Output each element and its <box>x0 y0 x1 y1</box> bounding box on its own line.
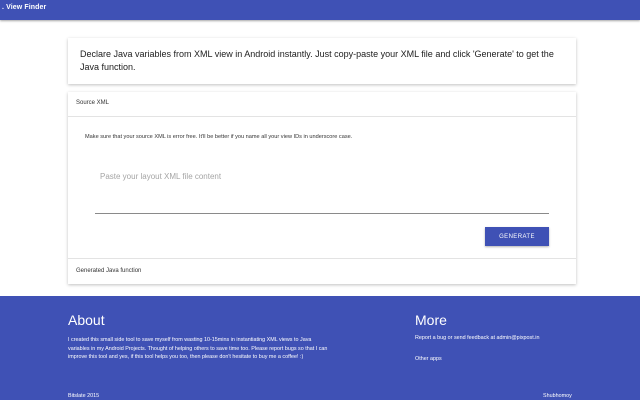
converter-card: Source XML Make sure that your source XM… <box>68 92 576 284</box>
feedback-link[interactable]: Report a bug or send feedback at admin@p… <box>415 334 545 343</box>
divider <box>68 116 576 117</box>
about-heading: About <box>68 312 105 328</box>
copyright-text: Bitslate 2015 <box>68 393 100 399</box>
divider <box>68 258 576 259</box>
intro-card: Declare Java variables from XML view in … <box>68 38 576 84</box>
about-text: I created this small side tool to save m… <box>68 337 328 360</box>
intro-text: Declare Java variables from XML view in … <box>80 49 554 72</box>
other-apps-link[interactable]: Other apps <box>415 356 442 362</box>
app-title: . View Finder <box>2 4 47 11</box>
generate-button[interactable]: GENERATE <box>485 227 549 246</box>
xml-input[interactable] <box>95 168 549 214</box>
more-heading: More <box>415 312 447 328</box>
generated-java-header: Generated Java function <box>76 268 142 274</box>
footer: About I created this small side tool to … <box>0 296 640 400</box>
source-xml-hint: Make sure that your source XML is error … <box>85 134 353 140</box>
author-link[interactable]: Shubhomoy <box>543 393 572 399</box>
app-header: . View Finder <box>0 0 640 20</box>
source-xml-header: Source XML <box>76 100 110 106</box>
